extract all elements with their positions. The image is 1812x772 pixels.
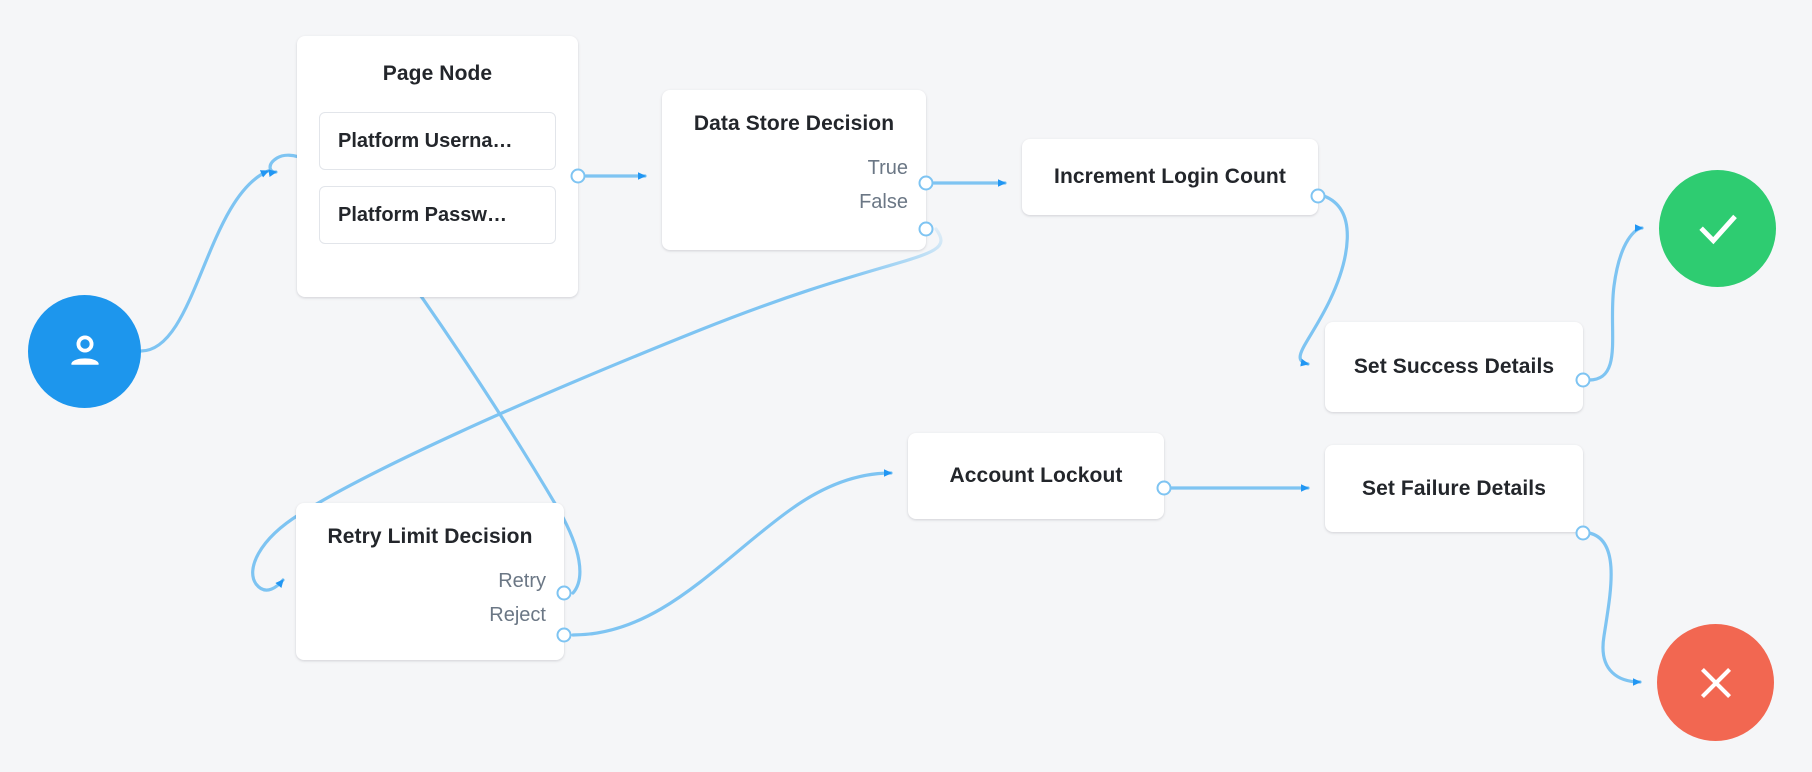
port-set-success-details-output[interactable] [1575,372,1591,388]
port-page-node-output[interactable] [570,168,586,184]
output-label-retry: Retry [498,570,546,592]
flow-canvas[interactable]: Page Node Platform Userna… Platform Pass… [0,0,1812,772]
failure-terminal-node[interactable] [1657,624,1774,741]
output-label-reject: Reject [489,604,546,626]
node-set-failure-details[interactable]: Set Failure Details [1325,445,1591,541]
node-retry-limit-decision[interactable]: Retry Limit Decision Retry Reject [296,503,572,660]
check-icon [1690,201,1746,257]
port-retry-limit-reject[interactable] [556,627,572,643]
edge-start-to-page [139,169,270,353]
success-terminal-node[interactable] [1659,170,1776,287]
field-label: Platform Userna… [338,129,513,152]
port-increment-login-count-output[interactable] [1310,188,1326,204]
node-title: Increment Login Count [1054,165,1286,188]
edge-reject-to-lockout [571,469,893,637]
node-account-lockout[interactable]: Account Lockout [908,433,1172,519]
node-title: Data Store Decision [693,112,895,135]
port-account-lockout-output[interactable] [1156,480,1172,496]
output-label-false: False [859,191,908,213]
node-increment-login-count[interactable]: Increment Login Count [1022,139,1326,215]
node-title: Account Lockout [949,464,1123,487]
node-title: Set Failure Details [1362,476,1546,500]
node-title: Retry Limit Decision [327,525,533,548]
field-platform-username[interactable]: Platform Userna… [319,112,556,170]
node-set-success-details[interactable]: Set Success Details [1325,322,1591,412]
port-set-failure-details-output[interactable] [1575,525,1591,541]
field-label: Platform Passw… [338,203,507,226]
decision-outputs: True False [680,158,908,212]
port-data-store-true[interactable] [918,175,934,191]
node-title: Set Success Details [1353,355,1555,378]
node-title: Page Node [382,62,493,85]
node-page-node[interactable]: Page Node Platform Userna… Platform Pass… [297,36,586,297]
port-retry-limit-retry[interactable] [556,585,572,601]
field-platform-password[interactable]: Platform Passw… [319,186,556,244]
output-label-true: True [867,157,908,179]
port-data-store-false[interactable] [918,221,934,237]
cross-icon [1691,658,1741,708]
decision-outputs: Retry Reject [314,571,546,625]
edge-success-details-to-success [1587,224,1644,382]
edge-failure-details-to-failure [1587,531,1642,686]
start-node[interactable] [28,295,141,408]
user-icon [61,328,109,376]
node-data-store-decision[interactable]: Data Store Decision True False [662,90,934,250]
